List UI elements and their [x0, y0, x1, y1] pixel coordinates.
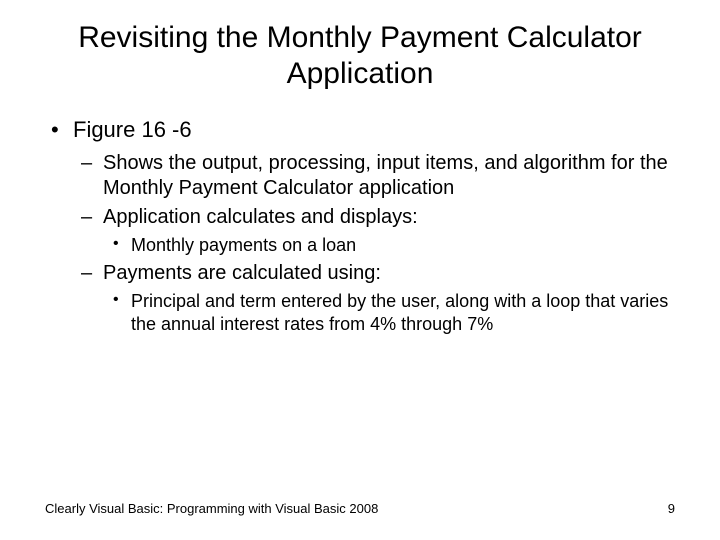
list-item: Figure 16 -6 Shows the output, processin…: [45, 116, 675, 337]
bullet-text: Application calculates and displays:: [103, 206, 418, 228]
bullet-text: Figure 16 -6: [73, 117, 192, 142]
page-number: 9: [668, 501, 675, 516]
bullet-list-level2: Shows the output, processing, input item…: [73, 151, 675, 337]
slide-title: Revisiting the Monthly Payment Calculato…: [45, 20, 675, 92]
list-item: Monthly payments on a loan: [103, 234, 675, 257]
list-item: Shows the output, processing, input item…: [73, 151, 675, 201]
bullet-text: Monthly payments on a loan: [131, 235, 356, 255]
bullet-text: Principal and term entered by the user, …: [131, 291, 668, 334]
footer-source: Clearly Visual Basic: Programming with V…: [45, 501, 378, 516]
bullet-list-level1: Figure 16 -6 Shows the output, processin…: [45, 116, 675, 337]
bullet-text: Payments are calculated using:: [103, 262, 381, 284]
list-item: Payments are calculated using: Principal…: [73, 261, 675, 337]
bullet-list-level3: Monthly payments on a loan: [103, 234, 675, 257]
bullet-list-level3: Principal and term entered by the user, …: [103, 290, 675, 337]
list-item: Principal and term entered by the user, …: [103, 290, 675, 337]
list-item: Application calculates and displays: Mon…: [73, 205, 675, 257]
slide: Revisiting the Monthly Payment Calculato…: [0, 0, 720, 337]
bullet-text: Shows the output, processing, input item…: [103, 152, 668, 199]
